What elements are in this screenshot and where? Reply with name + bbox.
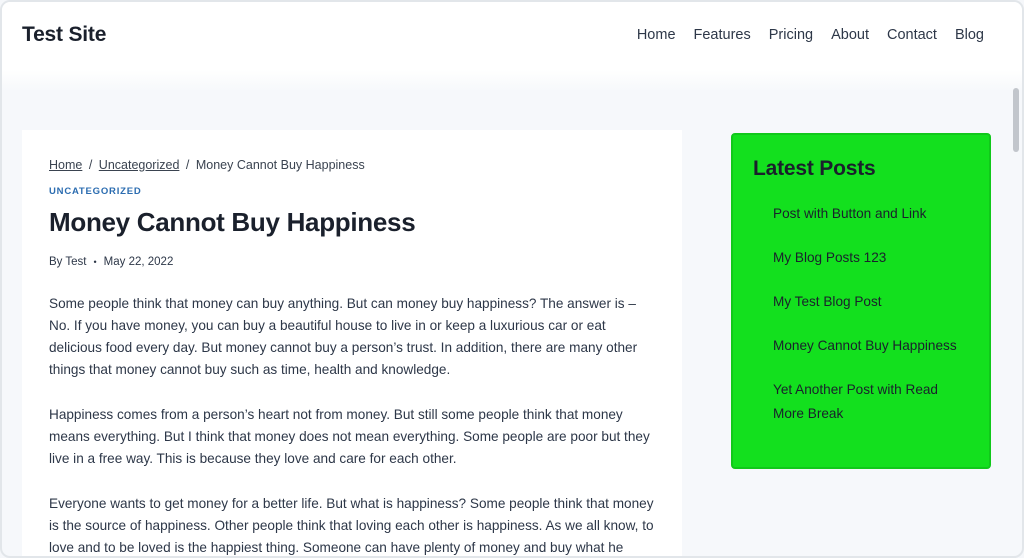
site-header: Test Site Home Features Pricing About Co… [2, 2, 1022, 70]
latest-post-link[interactable]: Yet Another Post with Read More Break [773, 382, 938, 421]
nav-about[interactable]: About [831, 27, 869, 43]
breadcrumb-separator: / [185, 158, 190, 172]
article-card: Home / Uncategorized / Money Cannot Buy … [22, 130, 682, 556]
post-date: May 22, 2022 [103, 256, 174, 268]
browser-frame: Test Site Home Features Pricing About Co… [0, 0, 1024, 558]
breadcrumb-category[interactable]: Uncategorized [99, 158, 180, 172]
breadcrumb-separator: / [88, 158, 93, 172]
header-shadow [2, 70, 1022, 92]
list-item: My Test Blog Post [773, 290, 969, 314]
latest-posts-widget: Latest Posts Post with Button and Link M… [731, 133, 991, 469]
post-paragraph: Some people think that money can buy any… [49, 296, 638, 377]
latest-post-link[interactable]: My Test Blog Post [773, 294, 882, 309]
post-meta: By Test • May 22, 2022 [49, 256, 655, 268]
nav-contact[interactable]: Contact [887, 27, 937, 43]
nav-blog[interactable]: Blog [955, 27, 984, 43]
list-item: Yet Another Post with Read More Break [773, 378, 969, 426]
latest-posts-list: Post with Button and Link My Blog Posts … [753, 202, 969, 426]
widget-title: Latest Posts [753, 157, 876, 180]
breadcrumb: Home / Uncategorized / Money Cannot Buy … [49, 158, 655, 172]
post-paragraph: Everyone wants to get money for a better… [49, 496, 654, 555]
main-nav: Home Features Pricing About Contact Blog [619, 27, 984, 43]
meta-separator: • [93, 257, 97, 267]
post-content: Some people think that money can buy any… [49, 293, 659, 556]
latest-post-link[interactable]: Post with Button and Link [773, 206, 926, 221]
site-title[interactable]: Test Site [22, 23, 106, 47]
page-scrollbar[interactable] [1013, 88, 1019, 152]
breadcrumb-current: Money Cannot Buy Happiness [195, 158, 365, 172]
nav-home[interactable]: Home [637, 27, 676, 43]
breadcrumb-home[interactable]: Home [49, 158, 82, 172]
list-item: My Blog Posts 123 [773, 246, 969, 270]
list-item: Post with Button and Link [773, 202, 969, 226]
latest-post-link[interactable]: Money Cannot Buy Happiness [773, 338, 957, 353]
post-author: By Test [49, 256, 87, 268]
nav-features[interactable]: Features [694, 27, 751, 43]
post-category-link[interactable]: UNCATEGORIZED [49, 186, 655, 197]
post-title: Money Cannot Buy Happiness [49, 207, 416, 237]
post-paragraph: Happiness comes from a person’s heart no… [49, 407, 650, 466]
list-item: Money Cannot Buy Happiness [773, 334, 969, 358]
latest-post-link[interactable]: My Blog Posts 123 [773, 250, 886, 265]
nav-pricing[interactable]: Pricing [769, 27, 813, 43]
